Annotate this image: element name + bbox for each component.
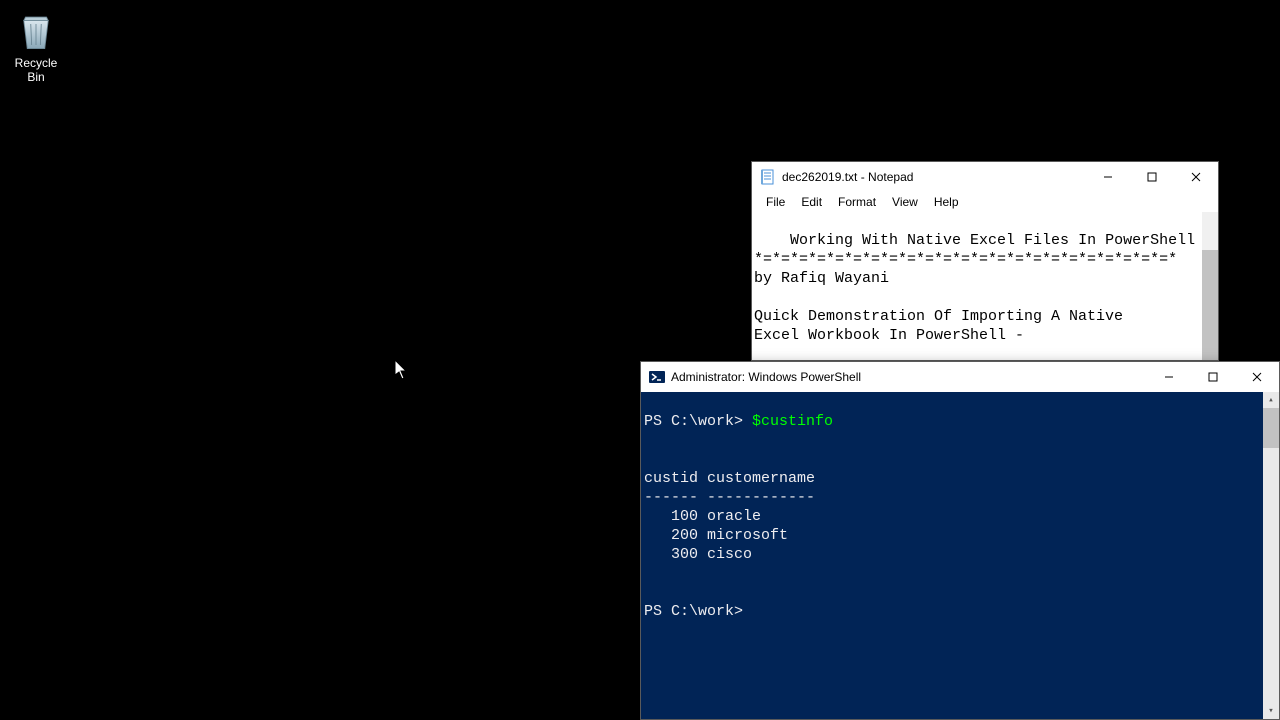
notepad-icon bbox=[760, 169, 776, 185]
powershell-icon bbox=[649, 369, 665, 385]
notepad-text-area[interactable]: Working With Native Excel Files In Power… bbox=[752, 212, 1218, 360]
powershell-window-controls bbox=[1147, 362, 1279, 392]
scrollbar-thumb[interactable] bbox=[1263, 408, 1279, 448]
notepad-titlebar[interactable]: dec262019.txt - Notepad bbox=[752, 162, 1218, 192]
ps-output-row: 100 oracle bbox=[644, 508, 761, 525]
menu-file[interactable]: File bbox=[758, 194, 793, 210]
notepad-menubar: File Edit Format View Help bbox=[752, 192, 1218, 212]
notepad-window[interactable]: dec262019.txt - Notepad File Edit Format… bbox=[751, 161, 1219, 361]
powershell-terminal[interactable]: PS C:\work> $custinfo custid customernam… bbox=[641, 392, 1279, 719]
notepad-content: Working With Native Excel Files In Power… bbox=[754, 232, 1195, 360]
scroll-down-icon[interactable]: ▾ bbox=[1263, 703, 1279, 719]
ps-line-1: PS C:\work> $custinfo bbox=[644, 413, 833, 430]
close-button[interactable] bbox=[1235, 362, 1279, 392]
menu-format[interactable]: Format bbox=[830, 194, 884, 210]
maximize-button[interactable] bbox=[1130, 162, 1174, 192]
menu-help[interactable]: Help bbox=[926, 194, 967, 210]
recycle-bin-label: Recycle Bin bbox=[6, 56, 66, 84]
minimize-button[interactable] bbox=[1147, 362, 1191, 392]
powershell-scrollbar[interactable]: ▴ ▾ bbox=[1263, 392, 1279, 719]
scrollbar-track[interactable] bbox=[1263, 408, 1279, 703]
ps-output-row: 200 microsoft bbox=[644, 527, 788, 544]
recycle-bin-desktop-icon[interactable]: Recycle Bin bbox=[6, 10, 66, 84]
menu-view[interactable]: View bbox=[884, 194, 926, 210]
notepad-scrollbar[interactable] bbox=[1202, 212, 1218, 360]
close-button[interactable] bbox=[1174, 162, 1218, 192]
menu-edit[interactable]: Edit bbox=[793, 194, 830, 210]
notepad-title: dec262019.txt - Notepad bbox=[782, 170, 1086, 184]
recycle-bin-icon bbox=[15, 10, 57, 52]
maximize-button[interactable] bbox=[1191, 362, 1235, 392]
scroll-up-icon[interactable]: ▴ bbox=[1263, 392, 1279, 408]
minimize-button[interactable] bbox=[1086, 162, 1130, 192]
mouse-cursor-icon bbox=[395, 360, 409, 380]
ps-prompt: PS C:\work> bbox=[644, 603, 743, 620]
powershell-titlebar[interactable]: Administrator: Windows PowerShell bbox=[641, 362, 1279, 392]
ps-prompt: PS C:\work> bbox=[644, 413, 752, 430]
ps-output-header: custid customername bbox=[644, 470, 815, 487]
scrollbar-thumb[interactable] bbox=[1202, 250, 1218, 360]
ps-output-row: 300 cisco bbox=[644, 546, 752, 563]
notepad-window-controls bbox=[1086, 162, 1218, 192]
ps-command: $custinfo bbox=[752, 413, 833, 430]
powershell-title: Administrator: Windows PowerShell bbox=[671, 370, 1147, 384]
powershell-window[interactable]: Administrator: Windows PowerShell PS C:\… bbox=[640, 361, 1280, 720]
ps-output-divider: ------ ------------ bbox=[644, 489, 815, 506]
